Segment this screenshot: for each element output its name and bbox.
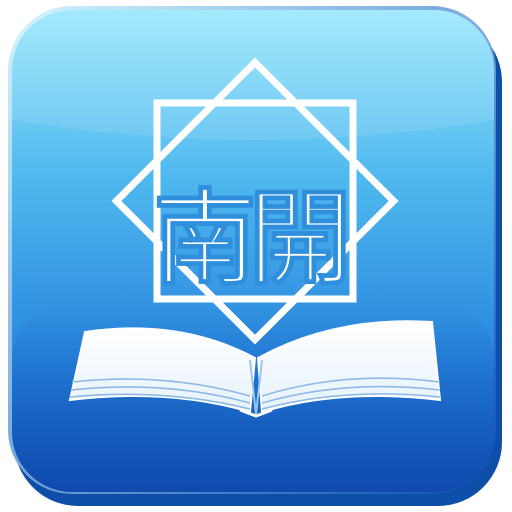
glyph-nan: 南 [153, 178, 257, 300]
glyph-kai: 開 [248, 178, 352, 300]
app-icon-canvas: 南 開 南開 [0, 0, 512, 512]
app-icon[interactable]: 南 開 [0, 0, 512, 512]
